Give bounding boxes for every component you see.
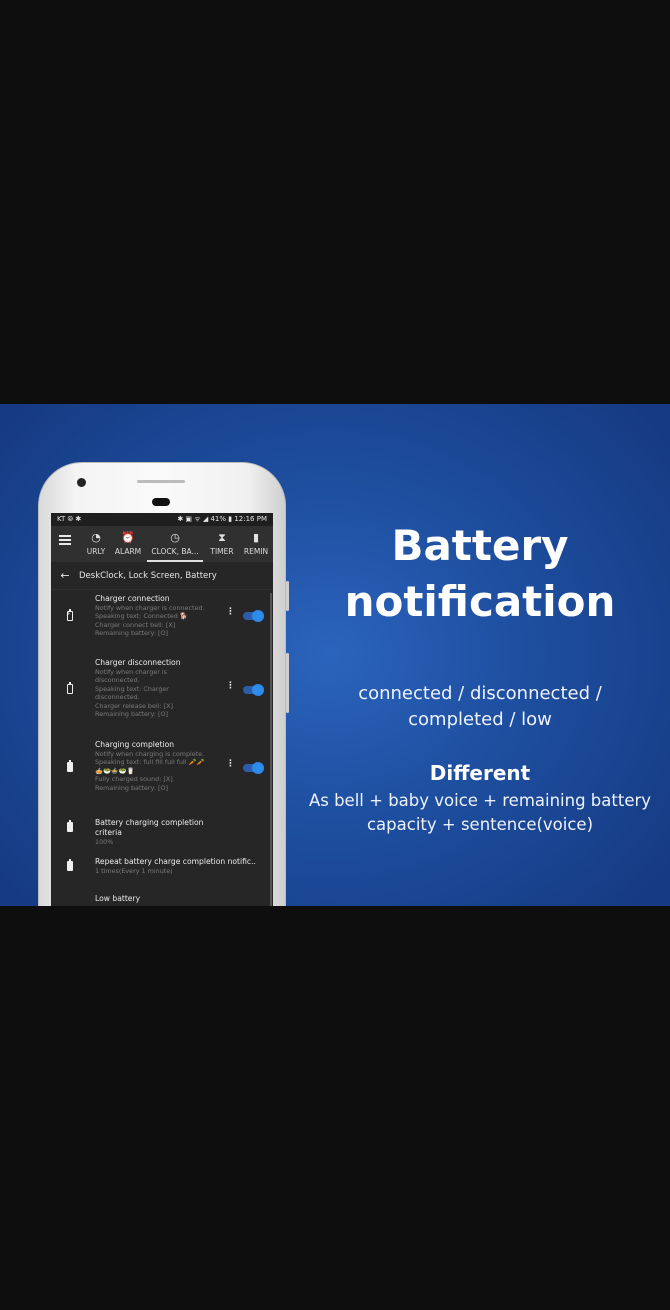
phone-power-button — [286, 581, 289, 611]
reminder-icon: ▮ — [252, 531, 260, 544]
setting-line: Remaining battery: [O] — [95, 710, 169, 719]
battery-charging-icon — [66, 609, 73, 621]
setting-line: Speaking text: Charger — [95, 684, 169, 693]
setting-line: 🥧🥗🍲🥗🥛 — [95, 766, 135, 775]
letterbox-top — [0, 0, 670, 404]
setting-line: Speaking text: full fill full full 🥕🥕 — [95, 758, 205, 767]
tab-label: CLOCK, BA... — [151, 547, 199, 556]
setting-title: Low battery — [95, 894, 141, 903]
status-left: KT ⦾ ✱ — [57, 515, 82, 523]
setting-line: Notify when charging is complete. — [95, 750, 205, 758]
setting-completion-criteria[interactable]: Battery charging completion criteria 100… — [51, 810, 273, 849]
tab-reminder[interactable]: ▮ REMIN — [241, 526, 271, 562]
scrollbar[interactable] — [270, 593, 272, 906]
setting-line: Notify when charger is — [95, 668, 167, 676]
setting-line: Remaining battery: [O] — [95, 629, 169, 638]
setting-line: Charger connect bell: [X] — [95, 620, 176, 629]
tab-clock-battery[interactable]: ◷ CLOCK, BA... — [147, 526, 203, 562]
proximity-sensor — [137, 480, 185, 483]
more-options-icon[interactable]: ⋮ — [226, 682, 235, 691]
different-title: Different — [429, 761, 531, 785]
events-line2: completed / low — [408, 709, 552, 730]
battery-unknown-icon — [67, 682, 73, 694]
back-arrow-icon[interactable]: ← — [51, 569, 79, 582]
toggle-charger-disconnection[interactable] — [243, 684, 264, 696]
tab-hourly[interactable]: ◔ URLY — [83, 526, 109, 562]
earpiece-speaker — [152, 498, 170, 506]
setting-title: Charger connection — [95, 594, 170, 603]
setting-charger-connection[interactable]: Charger connection Notify when charger i… — [51, 590, 273, 652]
settings-list: Charger connection Notify when charger i… — [51, 590, 273, 906]
setting-line: Charger release bell: [X] — [95, 701, 174, 710]
status-right: ✱ ▣ ᯤ ◢ 41% ▮ 12:16 PM — [177, 515, 267, 523]
setting-line: disconnected. — [95, 676, 140, 685]
hamburger-menu-icon[interactable] — [59, 535, 71, 547]
headline-line1: Battery — [391, 521, 569, 570]
clock-icon: ◷ — [170, 531, 180, 544]
different-line2: capacity + sentence(voice) — [366, 815, 594, 834]
different-line1: As bell + baby voice + remaining battery — [308, 791, 652, 810]
setting-low-battery[interactable]: Low battery — [51, 888, 273, 906]
sub-header: ← DeskClock, Lock Screen, Battery — [51, 562, 273, 590]
events-line1: connected / disconnected / — [358, 683, 602, 704]
battery-full-icon — [67, 859, 73, 871]
setting-line: 100% — [95, 838, 114, 846]
toggle-charger-connection[interactable] — [243, 610, 264, 622]
headline-line2: notification — [344, 577, 616, 626]
setting-line: Speaking text: Connected 🐕 — [95, 612, 188, 621]
phone-volume-button — [286, 653, 289, 713]
setting-repeat-completion[interactable]: Repeat battery charge completion notific… — [51, 849, 273, 888]
phone-screen: KT ⦾ ✱ ✱ ▣ ᯤ ◢ 41% ▮ 12:16 PM ◔ URLY ⏰ A… — [51, 513, 273, 906]
sub-header-title: DeskClock, Lock Screen, Battery — [79, 570, 217, 581]
more-options-icon[interactable]: ⋮ — [226, 608, 235, 617]
setting-title: Repeat battery charge completion notific… — [95, 857, 256, 866]
tab-label: TIMER — [210, 547, 234, 556]
tab-label: REMIN — [243, 547, 269, 556]
setting-title: Charger disconnection — [95, 658, 181, 667]
setting-charging-completion[interactable]: Charging completion Notify when charging… — [51, 734, 273, 810]
setting-title: Battery charging completion criteria — [95, 818, 204, 837]
setting-title: Charging completion — [95, 740, 175, 749]
front-camera — [77, 478, 86, 487]
app-bar: ◔ URLY ⏰ ALARM ◷ CLOCK, BA... ⧗ TIMER ▮ … — [51, 526, 273, 562]
hourglass-icon: ⧗ — [218, 531, 226, 544]
toggle-charging-completion[interactable] — [243, 762, 264, 774]
promo-banner: KT ⦾ ✱ ✱ ▣ ᯤ ◢ 41% ▮ 12:16 PM ◔ URLY ⏰ A… — [0, 404, 670, 906]
status-bar: KT ⦾ ✱ ✱ ▣ ᯤ ◢ 41% ▮ 12:16 PM — [51, 513, 273, 526]
letterbox-bottom — [0, 906, 670, 1310]
alarm-clock-icon: ⏰ — [121, 531, 135, 544]
tab-alarm[interactable]: ⏰ ALARM — [109, 526, 147, 562]
battery-full-icon — [67, 760, 73, 772]
setting-line: disconnected. — [95, 693, 140, 702]
battery-full-icon — [67, 820, 73, 832]
more-options-icon[interactable]: ⋮ — [226, 760, 235, 769]
hourly-icon: ◔ — [91, 531, 101, 544]
setting-line: Notify when charger is connected. — [95, 604, 205, 612]
phone-frame: KT ⦾ ✱ ✱ ▣ ᯤ ◢ 41% ▮ 12:16 PM ◔ URLY ⏰ A… — [38, 462, 289, 906]
tab-timer[interactable]: ⧗ TIMER — [203, 526, 241, 562]
tab-label: ALARM — [114, 547, 142, 556]
setting-charger-disconnection[interactable]: Charger disconnection Notify when charge… — [51, 652, 273, 734]
setting-line: Remaining battery: [O] — [95, 783, 169, 792]
setting-line: Fully charged sound: [X] — [95, 775, 173, 784]
setting-line: 1 times(Every 1 minute) — [95, 867, 173, 875]
tab-label: URLY — [86, 547, 106, 556]
tab-strip: ◔ URLY ⏰ ALARM ◷ CLOCK, BA... ⧗ TIMER ▮ … — [83, 526, 273, 562]
